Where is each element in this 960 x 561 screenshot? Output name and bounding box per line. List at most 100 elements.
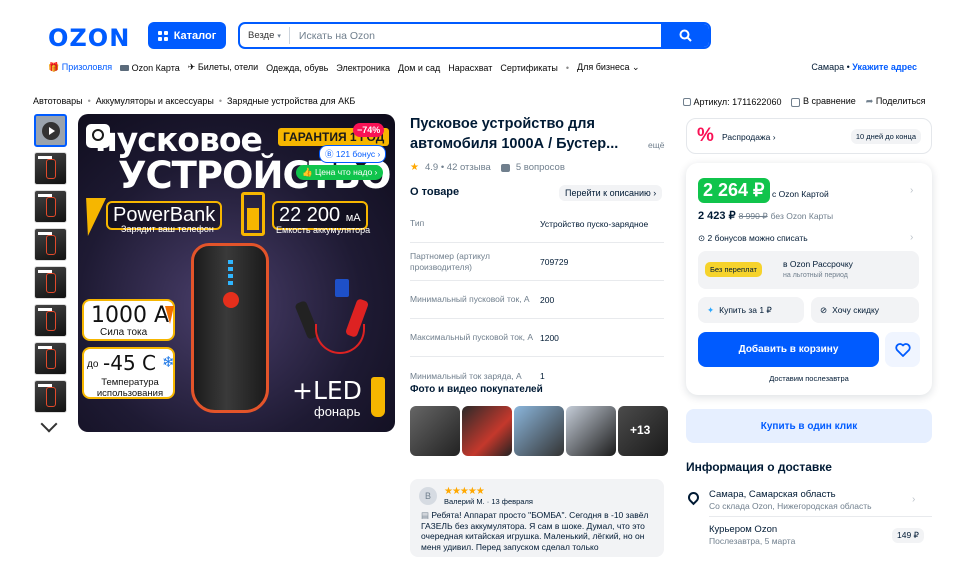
region-selector[interactable]: Самара • Укажите адрес	[811, 62, 917, 72]
spec-value: 1	[540, 371, 545, 381]
nav-item-business[interactable]: Для бизнеса ⌄	[577, 62, 640, 73]
temp-sub: Температура использования	[96, 377, 164, 399]
share-button[interactable]: ➦ Поделиться	[866, 96, 926, 107]
installment-banner[interactable]: Без переплат в Ozon Рассрочку на льготны…	[698, 251, 919, 289]
customer-photo[interactable]	[566, 406, 616, 456]
chevron-down-icon: ▾	[277, 32, 281, 40]
nav-item-prizes[interactable]: 🎁 Призоловля	[48, 62, 112, 73]
nav-item-home[interactable]: Дом и сад	[398, 63, 440, 73]
product-main-image[interactable]: пусковое УСТРОЙСТВО ГАРАНТИЯ 1 ГОД −74% …	[78, 114, 395, 432]
catalog-button[interactable]: Каталог	[148, 22, 226, 49]
chevron-right-icon[interactable]: ›	[910, 185, 913, 196]
spec-key: Максимальный пусковой ток, А	[410, 332, 534, 342]
article-bar: Артикул: 1711622060 В сравнение ➦ Подели…	[683, 96, 926, 107]
temp-prefix: до	[87, 359, 99, 370]
capacity-sub: Емкость аккумулятора	[276, 225, 371, 235]
search-bar: Везде ▾	[238, 22, 711, 49]
temp-value: -45 С	[103, 351, 156, 375]
card-price-note: с Ozon Картой	[772, 189, 829, 199]
bonus-icon: ⊙	[698, 233, 706, 243]
star-icon: ★	[410, 162, 419, 173]
thumbnail[interactable]	[34, 228, 67, 261]
want-discount-label: Хочу скидку	[832, 305, 880, 315]
go-to-description-button[interactable]: Перейти к описанию ›	[559, 185, 663, 201]
top-navigation: 🎁 Призоловля Ozon Карта ✈ Билеты, отели …	[48, 62, 640, 73]
thumbnail-video[interactable]	[34, 114, 67, 147]
buy-for-1-button[interactable]: ✦ Купить за 1 ₽	[698, 297, 804, 323]
nav-item-certificates[interactable]: Сертификаты	[500, 63, 557, 73]
nav-item-tickets[interactable]: ✈ Билеты, отели	[188, 62, 258, 73]
flashlight-icon	[371, 377, 385, 417]
spec-value: Устройство пуско-зарядное	[540, 218, 649, 229]
bonuses-label: 2 бонусов можно списать	[707, 233, 808, 243]
region-city: Самара •	[811, 62, 850, 72]
thumbnail[interactable]	[34, 266, 67, 299]
thumbnails-scroll-down-icon[interactable]	[40, 415, 58, 433]
customer-photo[interactable]	[514, 406, 564, 456]
zoom-icon[interactable]	[86, 124, 110, 148]
favorite-button[interactable]	[885, 332, 920, 367]
delivery-title: Информация о доставке	[686, 460, 832, 474]
nav-item-electronics[interactable]: Электроника	[336, 63, 390, 73]
delivery-warehouse: Со склада Ozon, Нижегородская область	[709, 501, 872, 511]
temperature-box: до -45 С ❄ Температура использования	[82, 347, 175, 399]
rating-reviews-link[interactable]: 4.9 • 42 отзыва	[425, 162, 491, 173]
buy-one-click-button[interactable]: Купить в один клик	[686, 409, 932, 443]
play-icon	[42, 122, 60, 140]
sku-copy[interactable]: Артикул: 1711622060	[683, 97, 781, 107]
breadcrumb-item[interactable]: Автотовары	[33, 96, 83, 106]
capacity-unit: мА	[345, 212, 361, 224]
share-label: Поделиться	[875, 96, 926, 106]
regular-price-note: без Ozon Карты	[770, 211, 834, 221]
ozon-logo[interactable]: OZON	[48, 24, 130, 52]
breadcrumb-item[interactable]: Зарядные устройства для АКБ	[227, 96, 355, 106]
led-label: +LED	[292, 376, 362, 405]
desc-link-label: Перейти к описанию	[565, 188, 651, 198]
customer-photo[interactable]	[462, 406, 512, 456]
thumbnail[interactable]	[34, 152, 67, 185]
thumbnail[interactable]	[34, 304, 67, 337]
thumbnail[interactable]	[34, 190, 67, 223]
nav-item-clothes[interactable]: Одежда, обувь	[266, 63, 328, 73]
compare-button[interactable]: В сравнение	[791, 96, 856, 107]
questions-link[interactable]: 5 вопросов	[516, 162, 565, 173]
review-text-body: Ребята! Аппарат просто "БОМБА". Сегодня …	[421, 510, 649, 552]
chevron-right-icon[interactable]: ›	[910, 232, 913, 243]
compare-icon	[791, 97, 801, 107]
breadcrumb: Автотовары • Аккумуляторы и аксессуары • З…	[33, 96, 355, 106]
gift-icon: 🎁	[48, 62, 60, 72]
spec-key: Партномер (артикул производителя)	[410, 250, 490, 272]
location-pin-icon	[685, 489, 702, 506]
nav-item-trending[interactable]: Нарасхват	[448, 63, 492, 73]
sparkle-icon: ✦	[707, 304, 715, 315]
search-button[interactable]	[661, 24, 709, 47]
buy-for-label: Купить за 1 ₽	[719, 304, 772, 315]
plane-icon: ✈	[187, 62, 196, 72]
card-icon	[120, 65, 130, 72]
nav-item-ozon-card[interactable]: Ozon Карта	[120, 63, 180, 73]
spec-row: Тип Устройство пуско-зарядное	[410, 205, 664, 243]
delivery-city[interactable]: Самара, Самарская область Со склада Ozon,…	[709, 489, 872, 511]
fair-price-label: Цена что надо	[314, 167, 373, 177]
chevron-down-icon: ⌄	[632, 62, 640, 72]
breadcrumb-item[interactable]: Аккумуляторы и аксессуары	[96, 96, 214, 106]
want-discount-button[interactable]: ⊘ Хочу скидку	[811, 297, 919, 323]
about-title: О товаре	[410, 186, 460, 198]
customer-photo[interactable]	[410, 406, 460, 456]
search-scope-select[interactable]: Везде ▾	[240, 27, 290, 44]
search-input[interactable]	[289, 29, 661, 42]
more-photos-count: +13	[630, 423, 651, 437]
old-price: 8 990 ₽	[738, 211, 768, 221]
review-card[interactable]: В ★★★★★ Валерий М. · 13 февраля ▤ Ребята…	[410, 479, 664, 557]
thumbnail[interactable]	[34, 342, 67, 375]
bonuses-row[interactable]: ⊙ 2 бонусов можно списать	[698, 233, 808, 244]
chevron-right-icon[interactable]: ›	[912, 494, 915, 505]
heart-icon	[894, 342, 911, 357]
lightning-icon	[78, 198, 107, 236]
sale-banner[interactable]: % Распродажа › 10 дней до конца	[686, 118, 932, 154]
thumbnail[interactable]	[34, 380, 67, 413]
add-to-cart-button[interactable]: Добавить в корзину	[698, 332, 879, 367]
region-link[interactable]: Укажите адрес	[852, 62, 917, 72]
title-more-link[interactable]: ещё	[648, 140, 664, 150]
more-photos-button[interactable]: +13	[618, 406, 668, 456]
